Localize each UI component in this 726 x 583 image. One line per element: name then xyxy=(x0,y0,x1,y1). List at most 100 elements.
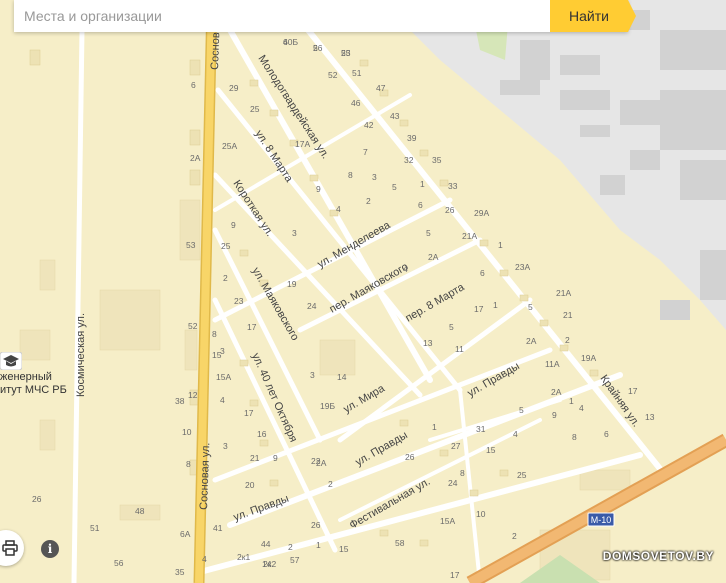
house-number: 8 xyxy=(572,432,577,442)
house-number: 24 xyxy=(448,478,458,488)
house-number: 51 xyxy=(352,68,362,78)
house-number: 6 xyxy=(418,200,423,210)
house-number: 10 xyxy=(476,509,486,519)
house-number: 2 xyxy=(288,542,293,552)
house-number: 29А xyxy=(474,208,489,218)
house-number: 2 xyxy=(366,196,371,206)
house-number: 3 xyxy=(372,172,377,182)
house-number: 9 xyxy=(552,410,557,420)
house-number: 32 xyxy=(404,155,414,165)
poi-label-line1: женерный xyxy=(0,371,52,383)
house-number: 13 xyxy=(645,412,655,422)
house-number: 13 xyxy=(423,338,433,348)
house-number: 14 xyxy=(262,559,272,569)
house-number: 21А xyxy=(462,231,477,241)
street-mayakovskogo: ул. Маяковского xyxy=(249,266,301,343)
house-number: 23 xyxy=(234,296,244,306)
house-number: 2 xyxy=(223,273,228,283)
house-number: 9 xyxy=(316,184,321,194)
house-number: 5 xyxy=(519,405,524,415)
house-number: 10 xyxy=(182,427,192,437)
house-number: 17 xyxy=(450,570,460,580)
house-number: 12 xyxy=(188,390,198,400)
house-number: 7 xyxy=(363,147,368,157)
house-number: 4 xyxy=(579,403,584,413)
street-8-marta-per: пер. 8 Марта xyxy=(404,281,468,325)
house-number: 2к1 xyxy=(237,552,250,562)
house-number: 53 xyxy=(186,240,196,250)
house-number: 1 xyxy=(493,300,498,310)
printer-icon xyxy=(2,540,18,556)
house-number: 14 xyxy=(337,372,347,382)
house-number: 43 xyxy=(390,111,400,121)
house-number: 47 xyxy=(376,83,386,93)
house-number: 4 xyxy=(336,204,341,214)
house-number: 2 xyxy=(328,479,333,489)
map-canvas[interactable]: Сосновая ул. Сосновая ул. Космическая ул… xyxy=(0,0,726,583)
house-number: 56 xyxy=(114,558,124,568)
house-number: 35 xyxy=(432,155,442,165)
street-sosnovaya-bottom: Сосновая ул. xyxy=(198,442,212,510)
house-number: 26 xyxy=(311,520,321,530)
house-number: 1 xyxy=(498,240,503,250)
house-number: 9 xyxy=(231,220,236,230)
house-number: 27 xyxy=(451,441,461,451)
house-number: 58 xyxy=(395,538,405,548)
street-pravdy-b: ул. Правды xyxy=(354,429,410,468)
house-number: 25 xyxy=(517,470,527,480)
house-number: 15 xyxy=(486,445,496,455)
house-number: 2А xyxy=(428,252,439,262)
poi-label: женерный итут МЧС РБ xyxy=(0,371,67,397)
house-number: 4 xyxy=(403,264,408,274)
poi-label-line2: итут МЧС РБ xyxy=(0,384,67,396)
house-number: 8 xyxy=(186,459,191,469)
house-number: 1 xyxy=(432,422,437,432)
house-number: 19Б xyxy=(320,401,335,411)
house-number: 19А xyxy=(581,353,596,363)
search-input[interactable] xyxy=(14,1,550,31)
house-number: 33 xyxy=(448,181,458,191)
house-number: 17 xyxy=(474,304,484,314)
house-number: 1 xyxy=(420,179,425,189)
house-number: 8 xyxy=(348,170,353,180)
house-number: 17 xyxy=(244,408,254,418)
house-number: 41 xyxy=(213,523,223,533)
house-number: 6 xyxy=(480,268,485,278)
house-number: 4 xyxy=(513,429,518,439)
house-number: 20 xyxy=(245,480,255,490)
house-number: 9 xyxy=(273,453,278,463)
house-number: 26 xyxy=(32,494,42,504)
house-number: 51 xyxy=(90,523,100,533)
info-icon[interactable]: i xyxy=(41,540,59,558)
house-number: 31 xyxy=(476,424,486,434)
house-number: 2А xyxy=(190,153,201,163)
house-number: 2 xyxy=(565,335,570,345)
house-number: 25 xyxy=(341,48,351,58)
house-number: 17 xyxy=(247,322,257,332)
house-number: 19 xyxy=(287,279,297,289)
house-number: 44 xyxy=(261,539,271,549)
house-number: 2 xyxy=(313,43,318,53)
house-number: 21А xyxy=(556,288,571,298)
house-number: 3 xyxy=(223,441,228,451)
house-number: 1 xyxy=(569,396,574,406)
house-number: 5 xyxy=(426,228,431,238)
house-number: 16 xyxy=(257,429,267,439)
house-number: 2А xyxy=(526,336,537,346)
house-number: 6А xyxy=(180,529,191,539)
house-number: 26 xyxy=(445,205,455,215)
svg-text:М-10: М-10 xyxy=(591,515,612,525)
house-number: 11 xyxy=(455,344,464,354)
search-button[interactable]: Найти xyxy=(550,0,636,32)
house-number: 25А xyxy=(222,141,237,151)
house-number: 52 xyxy=(188,321,198,331)
house-number: 5 xyxy=(392,182,397,192)
house-number: 22 xyxy=(311,456,321,466)
house-number: 15 xyxy=(212,350,222,360)
house-number: 5 xyxy=(528,302,533,312)
m10-road-badge: М-10 xyxy=(587,512,615,527)
house-number: 26 xyxy=(405,452,415,462)
house-number: 25 xyxy=(250,104,260,114)
house-number: 8 xyxy=(460,468,465,478)
house-number: 35 xyxy=(175,567,185,577)
